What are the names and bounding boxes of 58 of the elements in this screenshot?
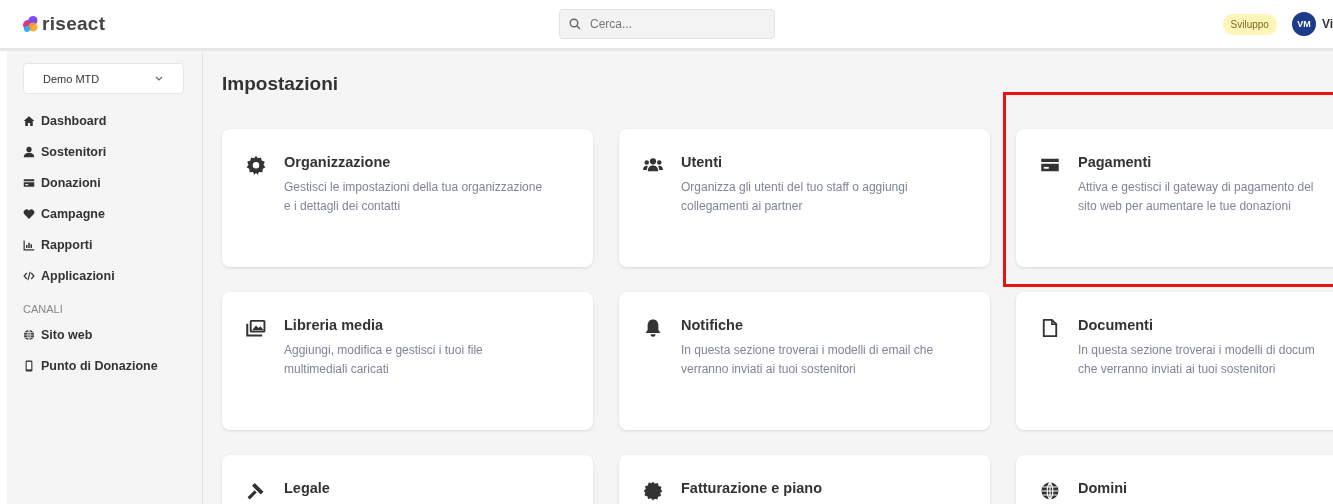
settings-card[interactable]: Fatturazione e piano: [619, 455, 990, 504]
file-icon: [1040, 318, 1060, 338]
nav-item[interactable]: Sito web: [23, 319, 202, 350]
nav-item[interactable]: Campagne: [23, 198, 202, 229]
card-description: Attiva e gestisci il gateway di pagamento del sito web per aumentare le tue donazioni: [1078, 179, 1314, 215]
card-description: In questa sezione troverai i modelli di email che verranno inviati ai tuoi sostenitori: [681, 342, 934, 378]
section-label: CANALI: [23, 303, 64, 315]
nav-item[interactable]: Applicazioni: [23, 260, 202, 291]
page-title: Impostazioni: [222, 73, 340, 95]
card-description: Gestisci le impostazioni della tua organizzazione e i dettagli dei contatti: [284, 179, 543, 215]
globe-icon: [23, 328, 35, 341]
chevron-down-icon: [155, 76, 163, 81]
user-name[interactable]: Vi: [1321, 17, 1333, 31]
organization-select[interactable]: Demo MTD: [23, 63, 184, 94]
chart-icon: [23, 238, 35, 251]
settings-card[interactable]: Notifiche In questa sezione troverai i modelli di email che verranno inviati ai tuoi sostenitori: [619, 292, 990, 430]
seal-icon: [643, 481, 663, 501]
settings-card[interactable]: Utenti Organizza gli utenti del tuo staff o aggiungi collegamenti ai partner: [619, 129, 990, 267]
user-avatar[interactable]: VM: [1291, 12, 1316, 36]
card-title: Fatturazione e piano: [681, 480, 822, 496]
gavel-icon: [246, 481, 266, 501]
credit-card-icon: [23, 176, 35, 189]
card-title: Domini: [1078, 480, 1128, 496]
nav-item[interactable]: Punto di Donazione: [23, 350, 202, 381]
globe-icon: [1040, 481, 1060, 501]
nav-item[interactable]: Rapporti: [23, 229, 202, 260]
settings-card[interactable]: Documenti In questa sezione troverai i modelli di docum che verranno inviati ai tuoi sostenitori: [1016, 292, 1333, 430]
card-title: Documenti: [1078, 317, 1154, 333]
settings-card[interactable]: Organizzazione Gestisci le impostazioni della tua organizzazione e i dettagli dei contatti: [222, 129, 593, 267]
card-description: In questa sezione troverai i modelli di docum che verranno inviati ai tuoi sostenitori: [1078, 342, 1315, 378]
card-title: Libreria media: [284, 317, 385, 333]
card-title: Utenti: [681, 154, 724, 170]
settings-card[interactable]: Legale: [222, 455, 593, 504]
card-description: Aggiungi, modifica e gestisci i tuoi file multimediali caricati: [284, 342, 483, 378]
environment-badge: Sviluppo: [1222, 13, 1277, 35]
card-title: Organizzazione: [284, 154, 392, 170]
search-icon: [569, 18, 581, 30]
heart-icon: [23, 207, 35, 220]
home-icon: [23, 114, 35, 127]
card-title: Legale: [284, 480, 330, 496]
card-title: Notifiche: [681, 317, 745, 333]
settings-card[interactable]: Pagamenti Attiva e gestisci il gateway di pagamento del sito web per aumentare le tue donazioni: [1016, 129, 1333, 267]
settings-card[interactable]: Domini: [1016, 455, 1333, 504]
card-title: Pagamenti: [1078, 154, 1153, 170]
user-icon: [23, 145, 35, 158]
code-icon: [23, 269, 35, 282]
phone-icon: [23, 359, 35, 372]
logo-icon: [22, 15, 40, 33]
nav-item[interactable]: Sostenitori: [23, 136, 202, 167]
bell-icon: [643, 318, 663, 338]
nav-item[interactable]: Donazioni: [23, 167, 202, 198]
settings-icon: [246, 155, 266, 175]
card-description: Organizza gli utenti del tuo staff o aggiungi collegamenti ai partner: [681, 179, 908, 215]
logo-text: riseact: [42, 13, 106, 35]
settings-card[interactable]: Libreria media Aggiungi, modifica e gestisci i tuoi file multimediali caricati: [222, 292, 593, 430]
nav-item[interactable]: Dashboard: [23, 105, 202, 136]
search-field[interactable]: Cerca...: [559, 9, 775, 39]
images-icon: [246, 318, 266, 338]
